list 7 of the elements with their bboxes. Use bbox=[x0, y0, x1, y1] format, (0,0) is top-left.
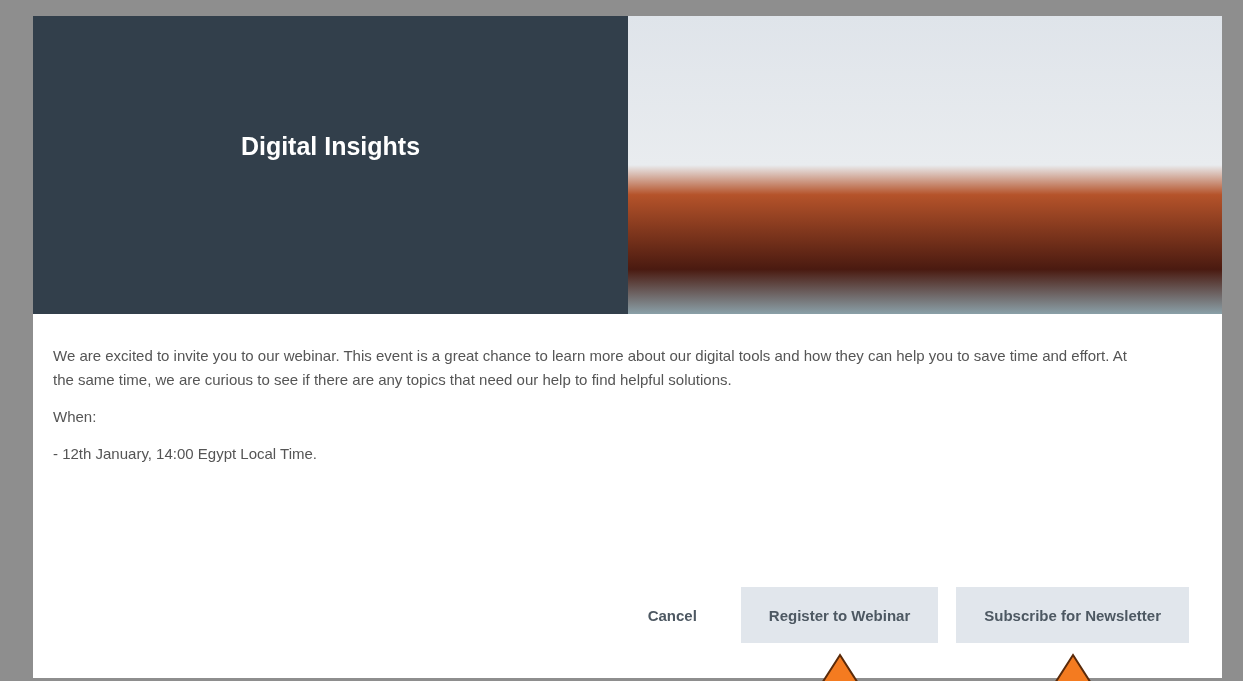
dialog-text: - 12th January, 14:00 Egypt Local Time. bbox=[53, 444, 319, 464]
dialog-title: Digital Insights bbox=[240, 131, 421, 161]
dialog-text: We are excited to invite you to our webinar. This event is a great chance to learn more about our digital tools and how they can help you to save time and effort. At the same time, we are curious to see if there are any topics that need our help to find helpful solutions. bbox=[53, 346, 1128, 390]
cancel-button[interactable]: Cancel bbox=[621, 587, 723, 643]
dialog-text: When: bbox=[53, 407, 98, 427]
action-button[interactable]: Subscribe for Newsletter bbox=[956, 587, 1189, 643]
action-button[interactable]: Register to Webinar bbox=[740, 587, 939, 643]
